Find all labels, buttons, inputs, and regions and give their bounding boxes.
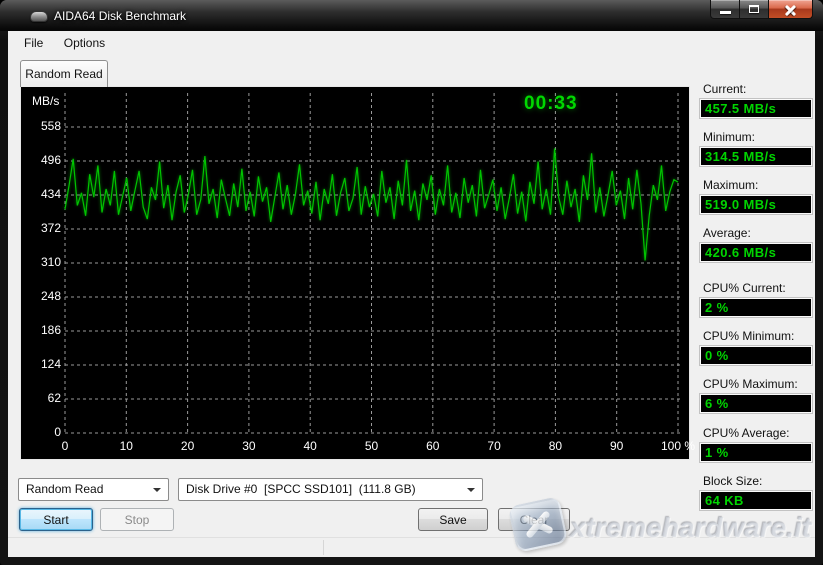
title-bar[interactable]: AIDA64 Disk Benchmark bbox=[0, 0, 823, 31]
tab-random-read[interactable]: Random Read bbox=[20, 60, 108, 87]
menu-file[interactable]: File bbox=[16, 31, 51, 54]
stat-label: Maximum: bbox=[700, 178, 812, 192]
stat-value: 0 % bbox=[700, 346, 812, 365]
x-tick-label: 0 bbox=[62, 439, 69, 453]
stat-current: Current: 457.5 MB/s bbox=[700, 82, 812, 118]
y-tick-label: 0 bbox=[27, 425, 61, 439]
benchmark-type-value: Random Read bbox=[26, 482, 103, 496]
y-tick-label: 310 bbox=[27, 255, 61, 269]
stat-label: CPU% Minimum: bbox=[700, 329, 812, 343]
minimize-button[interactable] bbox=[710, 0, 740, 19]
app-window: AIDA64 Disk Benchmark File Options Rando… bbox=[0, 0, 823, 565]
drive-select[interactable]: Disk Drive #0 [SPCC SSD101] (111.8 GB) bbox=[178, 478, 483, 501]
chart-canvas bbox=[21, 87, 689, 459]
x-tick-label: 40 bbox=[304, 439, 317, 453]
x-tick-label: 90 bbox=[610, 439, 623, 453]
elapsed-timer: 00:33 bbox=[524, 93, 578, 115]
close-button[interactable] bbox=[768, 0, 813, 19]
stat-cpu-maximum: CPU% Maximum: 6 % bbox=[700, 377, 812, 413]
benchmark-type-select[interactable]: Random Read bbox=[18, 478, 169, 501]
stop-button[interactable]: Stop bbox=[100, 508, 174, 531]
menu-bar: File Options bbox=[8, 31, 815, 55]
save-button[interactable]: Save bbox=[418, 508, 488, 531]
stat-value: 420.6 MB/s bbox=[700, 243, 812, 262]
stat-value: 457.5 MB/s bbox=[700, 99, 812, 118]
start-button[interactable]: Start bbox=[19, 508, 93, 531]
stat-cpu-current: CPU% Current: 2 % bbox=[700, 281, 812, 317]
x-tick-label: 70 bbox=[487, 439, 500, 453]
x-tick-label: 80 bbox=[549, 439, 562, 453]
drive-select-value: Disk Drive #0 [SPCC SSD101] (111.8 GB) bbox=[186, 482, 416, 496]
stat-value: 6 % bbox=[700, 394, 812, 413]
y-tick-label: 434 bbox=[27, 187, 61, 201]
stat-value: 1 % bbox=[700, 443, 812, 462]
stat-label: Block Size: bbox=[700, 474, 812, 488]
status-bar bbox=[8, 537, 815, 557]
maximize-icon bbox=[749, 5, 759, 13]
window-controls bbox=[710, 0, 813, 19]
y-tick-label: 558 bbox=[27, 119, 61, 133]
stat-label: Average: bbox=[700, 226, 812, 240]
stat-label: Current: bbox=[700, 82, 812, 96]
y-tick-label: 186 bbox=[27, 323, 61, 337]
stat-label: Minimum: bbox=[700, 130, 812, 144]
stat-value: 64 KB bbox=[700, 491, 812, 510]
y-tick-label: 372 bbox=[27, 221, 61, 235]
stat-label: CPU% Maximum: bbox=[700, 377, 812, 391]
stat-label: CPU% Average: bbox=[700, 426, 812, 440]
x-tick-label: 30 bbox=[242, 439, 255, 453]
x-tick-label: 100 % bbox=[661, 439, 695, 453]
client-area: File Options Random Read MB/s 00:33 558 4… bbox=[8, 31, 815, 557]
x-tick-label: 60 bbox=[426, 439, 439, 453]
stat-cpu-minimum: CPU% Minimum: 0 % bbox=[700, 329, 812, 365]
stat-value: 2 % bbox=[700, 298, 812, 317]
menu-options[interactable]: Options bbox=[56, 31, 113, 54]
stat-value: 519.0 MB/s bbox=[700, 195, 812, 214]
stat-cpu-average: CPU% Average: 1 % bbox=[700, 426, 812, 462]
stat-minimum: Minimum: 314.5 MB/s bbox=[700, 130, 812, 166]
x-tick-label: 50 bbox=[365, 439, 378, 453]
chart-unit-label: MB/s bbox=[32, 94, 59, 108]
benchmark-chart: MB/s 00:33 558 496 434 372 310 248 186 124 62 00 1… bbox=[20, 86, 690, 460]
stat-maximum: Maximum: 519.0 MB/s bbox=[700, 178, 812, 214]
y-tick-label: 62 bbox=[27, 391, 61, 405]
stat-label: CPU% Current: bbox=[700, 281, 812, 295]
chevron-down-icon bbox=[467, 488, 475, 492]
stat-block-size: Block Size: 64 KB bbox=[700, 474, 812, 510]
status-bar-separator bbox=[323, 540, 324, 555]
stat-value: 314.5 MB/s bbox=[700, 147, 812, 166]
y-tick-label: 248 bbox=[27, 289, 61, 303]
y-tick-label: 496 bbox=[27, 153, 61, 167]
chevron-down-icon bbox=[153, 488, 161, 492]
maximize-button[interactable] bbox=[740, 0, 768, 19]
app-icon bbox=[30, 11, 48, 22]
y-tick-label: 124 bbox=[27, 357, 61, 371]
x-tick-label: 20 bbox=[181, 439, 194, 453]
stat-average: Average: 420.6 MB/s bbox=[700, 226, 812, 262]
x-tick-label: 10 bbox=[120, 439, 133, 453]
minimize-icon bbox=[720, 11, 731, 14]
window-title: AIDA64 Disk Benchmark bbox=[54, 9, 186, 23]
clear-button[interactable]: Clear bbox=[498, 508, 570, 531]
